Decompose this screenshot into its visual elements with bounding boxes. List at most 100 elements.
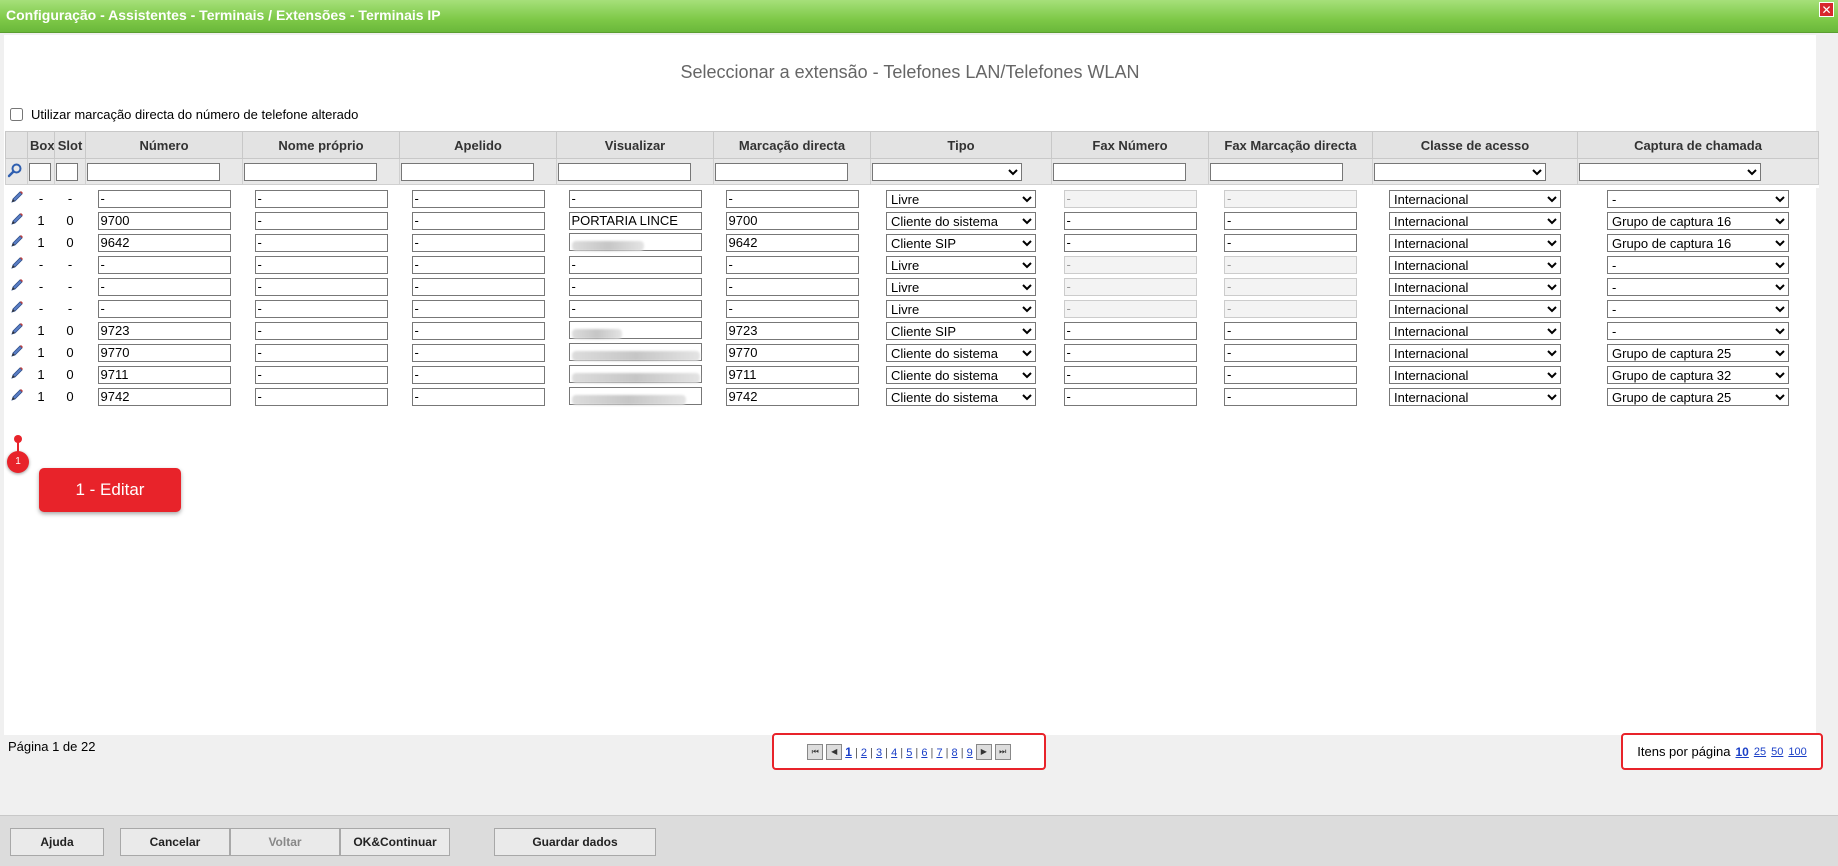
edit-pencil-icon[interactable] <box>9 189 25 205</box>
apelido-input[interactable] <box>411 387 545 406</box>
tipo-select[interactable]: Livre <box>886 277 1036 296</box>
captura-select[interactable]: - <box>1607 189 1789 208</box>
fax-numero-input[interactable] <box>1063 299 1197 318</box>
fax-numero-input[interactable] <box>1063 233 1197 252</box>
fax-marcacao-input[interactable] <box>1224 387 1357 406</box>
cancel-button[interactable]: Cancelar <box>120 828 230 856</box>
page-link-1[interactable]: 1 <box>845 745 852 759</box>
apelido-input[interactable] <box>411 277 545 296</box>
visualizar-field[interactable] <box>568 321 702 339</box>
classe-select[interactable]: Internacional <box>1389 387 1561 406</box>
next-page-icon[interactable]: ▶ <box>975 743 992 760</box>
edit-pencil-icon[interactable] <box>9 277 25 293</box>
edit-pencil-icon[interactable] <box>9 255 25 271</box>
visualizar-input[interactable] <box>568 277 702 296</box>
fax-marcacao-input[interactable] <box>1224 211 1357 230</box>
nome-input[interactable] <box>254 233 388 252</box>
classe-select[interactable]: Internacional <box>1389 365 1561 384</box>
direct-dial-checkbox[interactable] <box>10 108 23 121</box>
per-page-option-10[interactable]: 10 <box>1736 745 1749 759</box>
numero-input[interactable] <box>97 365 231 384</box>
apelido-input[interactable] <box>411 211 545 230</box>
classe-select[interactable]: Internacional <box>1389 211 1561 230</box>
captura-select[interactable]: Grupo de captura 32 <box>1607 365 1789 384</box>
fax-numero-input[interactable] <box>1063 277 1197 296</box>
fax-marcacao-input[interactable] <box>1224 343 1357 362</box>
save-button[interactable]: Guardar dados <box>494 828 656 856</box>
fax-marcacao-input[interactable] <box>1224 189 1357 208</box>
marcacao-input[interactable] <box>725 233 859 252</box>
captura-select[interactable]: Grupo de captura 25 <box>1607 387 1789 406</box>
captura-select[interactable]: - <box>1607 255 1789 274</box>
edit-pencil-icon[interactable] <box>9 321 25 337</box>
classe-select[interactable]: Internacional <box>1389 277 1561 296</box>
visualizar-input[interactable] <box>568 299 702 318</box>
filter-input-7[interactable] <box>715 162 848 181</box>
numero-input[interactable] <box>97 343 231 362</box>
tipo-select[interactable]: Cliente do sistema <box>886 387 1036 406</box>
marcacao-input[interactable] <box>725 255 859 274</box>
filter-select-8[interactable] <box>872 162 1022 181</box>
fax-marcacao-input[interactable] <box>1224 321 1357 340</box>
prev-page-icon[interactable]: ◀ <box>826 743 843 760</box>
marcacao-input[interactable] <box>725 343 859 362</box>
visualizar-input[interactable] <box>568 189 702 208</box>
marcacao-input[interactable] <box>725 299 859 318</box>
captura-select[interactable]: - <box>1607 321 1789 340</box>
edit-pencil-icon[interactable] <box>9 299 25 315</box>
visualizar-input[interactable] <box>568 255 702 274</box>
tipo-select[interactable]: Cliente SIP <box>886 321 1036 340</box>
close-button[interactable]: ✕ <box>1819 2 1834 17</box>
filter-input-1[interactable] <box>29 162 51 181</box>
marcacao-input[interactable] <box>725 387 859 406</box>
filter-select-11[interactable] <box>1374 162 1546 181</box>
page-link-9[interactable]: 9 <box>967 747 973 759</box>
filter-input-2[interactable] <box>56 162 78 181</box>
filter-input-9[interactable] <box>1053 162 1186 181</box>
nome-input[interactable] <box>254 365 388 384</box>
marcacao-input[interactable] <box>725 365 859 384</box>
tipo-select[interactable]: Livre <box>886 189 1036 208</box>
numero-input[interactable] <box>97 189 231 208</box>
filter-input-4[interactable] <box>244 162 377 181</box>
filter-input-5[interactable] <box>401 162 534 181</box>
classe-select[interactable]: Internacional <box>1389 189 1561 208</box>
fax-marcacao-input[interactable] <box>1224 277 1357 296</box>
last-page-icon[interactable]: ⏭ <box>994 743 1011 760</box>
numero-input[interactable] <box>97 211 231 230</box>
numero-input[interactable] <box>97 387 231 406</box>
back-button[interactable]: Voltar <box>230 828 340 856</box>
edit-pencil-icon[interactable] <box>9 387 25 403</box>
numero-input[interactable] <box>97 233 231 252</box>
nome-input[interactable] <box>254 211 388 230</box>
captura-select[interactable]: - <box>1607 277 1789 296</box>
visualizar-field[interactable] <box>568 365 702 383</box>
marcacao-input[interactable] <box>725 189 859 208</box>
numero-input[interactable] <box>97 321 231 340</box>
apelido-input[interactable] <box>411 365 545 384</box>
filter-select-12[interactable] <box>1579 162 1761 181</box>
numero-input[interactable] <box>97 255 231 274</box>
fax-numero-input[interactable] <box>1063 321 1197 340</box>
per-page-option-25[interactable]: 25 <box>1754 746 1766 758</box>
captura-select[interactable]: Grupo de captura 16 <box>1607 233 1789 252</box>
fax-marcacao-input[interactable] <box>1224 233 1357 252</box>
numero-input[interactable] <box>97 299 231 318</box>
captura-select[interactable]: Grupo de captura 25 <box>1607 343 1789 362</box>
classe-select[interactable]: Internacional <box>1389 233 1561 252</box>
fax-numero-input[interactable] <box>1063 211 1197 230</box>
fax-marcacao-input[interactable] <box>1224 365 1357 384</box>
captura-select[interactable]: - <box>1607 299 1789 318</box>
filter-input-10[interactable] <box>1210 162 1343 181</box>
tipo-select[interactable]: Livre <box>886 255 1036 274</box>
classe-select[interactable]: Internacional <box>1389 321 1561 340</box>
tipo-select[interactable]: Cliente do sistema <box>886 343 1036 362</box>
edit-pencil-icon[interactable] <box>9 365 25 381</box>
visualizar-field[interactable] <box>568 233 702 251</box>
per-page-option-50[interactable]: 50 <box>1771 746 1783 758</box>
search-icon[interactable] <box>7 162 23 178</box>
marcacao-input[interactable] <box>725 211 859 230</box>
classe-select[interactable]: Internacional <box>1389 343 1561 362</box>
fax-numero-input[interactable] <box>1063 343 1197 362</box>
edit-pencil-icon[interactable] <box>9 233 25 249</box>
